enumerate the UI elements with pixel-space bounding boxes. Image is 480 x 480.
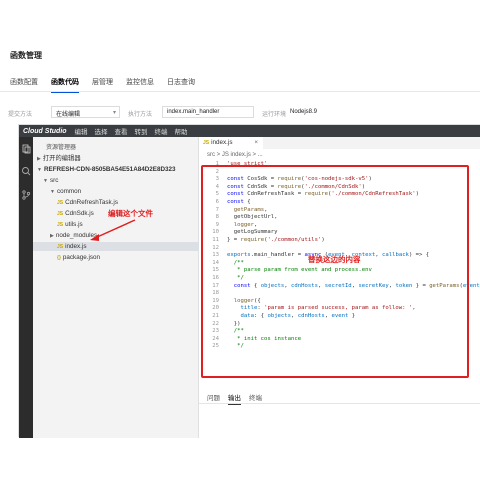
chevron-down-icon: ▾ (112, 110, 116, 116)
ide-menubar: Cloud Studio 编辑 选择 查看 转到 终端 帮助 (19, 125, 480, 137)
chevron-right-icon: ▶ (37, 156, 41, 162)
chevron-down-icon: ▼ (50, 189, 55, 195)
editor-tab-strip: JS index.js × (199, 137, 480, 149)
runtime-label: 运行环境 (262, 112, 287, 118)
menu-view[interactable]: 查看 (115, 126, 128, 136)
chevron-down-icon: ▼ (37, 167, 42, 173)
source-control-icon[interactable] (21, 190, 31, 200)
tree-item-label: CdnRefreshTask.js (65, 199, 118, 206)
exec-method-input[interactable]: index.main_handler (162, 106, 254, 118)
submit-method-value: 在线编辑 (56, 112, 81, 118)
code-settings-row: 提交方法 在线编辑 ▾ 执行方法 index.main_handler 运行环境… (0, 106, 480, 118)
json-file-icon: {} (57, 255, 61, 261)
tree-item-utils[interactable]: JS utils.js (57, 220, 83, 229)
tree-item-common[interactable]: ▼ common (50, 187, 81, 196)
tree-item-label: index.js (65, 243, 87, 250)
project-label: REFRESH-CDN-8505BA54E51A84D2E8D323 (43, 166, 176, 173)
project-root[interactable]: ▼ REFRESH-CDN-8505BA54E51A84D2E8D323 (37, 165, 176, 174)
search-icon[interactable] (21, 166, 31, 176)
open-editors-label: 打开的编辑器 (42, 155, 81, 162)
tree-item-label: common (56, 188, 82, 195)
chevron-down-icon: ▼ (43, 178, 48, 184)
annotation-replace-content: 替换这边的内容 (308, 255, 361, 264)
editor-tab-index-js[interactable]: JS index.js × (199, 137, 263, 149)
annotation-arrow (90, 219, 136, 241)
tree-item-cdnsdk[interactable]: JS CdnSdk.js (57, 209, 94, 218)
menu-select[interactable]: 选择 (95, 126, 108, 136)
close-icon[interactable]: × (254, 139, 258, 146)
cloud-studio-logo: Cloud Studio (23, 127, 67, 135)
js-file-icon: JS (57, 222, 64, 228)
open-editors-section[interactable]: ▶ 打开的编辑器 (37, 154, 81, 163)
submit-method-select[interactable]: 在线编辑 ▾ (51, 106, 120, 118)
tree-item-label: CdnSdk.js (65, 210, 94, 217)
tree-item-label: package.json (62, 254, 101, 261)
editor-tab-label: index.js (211, 139, 233, 146)
tabs-divider (0, 91, 480, 92)
explorer-title: 资源管理器 (46, 145, 77, 151)
submit-method-label: 提交方法 (8, 112, 33, 118)
menu-goto[interactable]: 转到 (135, 126, 148, 136)
files-icon[interactable] (21, 144, 31, 154)
panel-divider (199, 403, 480, 404)
tree-item-index[interactable]: JS index.js (33, 242, 199, 251)
tree-item-label: src (49, 177, 59, 184)
js-file-icon: JS (57, 200, 64, 206)
tree-item-label: utils.js (65, 221, 83, 228)
chevron-right-icon: ▶ (50, 233, 54, 239)
tree-item-cdnrefreshtask[interactable]: JS CdnRefreshTask.js (57, 198, 118, 207)
menu-edit[interactable]: 编辑 (75, 126, 88, 136)
runtime-value: Nodejs8.9 (290, 109, 318, 115)
highlight-box (201, 165, 469, 378)
tree-item-src[interactable]: ▼ src (43, 176, 58, 185)
page-title: 函数管理 (10, 51, 42, 60)
js-file-icon: JS (57, 211, 64, 217)
js-file-icon: JS (57, 244, 64, 250)
js-file-icon: JS (203, 140, 210, 146)
explorer-sidebar: 资源管理器 ▶ 打开的编辑器 ▼ REFRESH-CDN-8505BA54E51A8… (33, 137, 199, 438)
exec-method-label: 执行方法 (128, 112, 153, 118)
tree-item-package-json[interactable]: {} package.json (57, 253, 100, 262)
menu-terminal[interactable]: 终端 (155, 126, 168, 136)
activity-bar (19, 137, 33, 438)
breadcrumb: src > JS index.js > ... (207, 152, 263, 158)
exec-method-value: index.main_handler (167, 109, 220, 115)
menu-help[interactable]: 帮助 (175, 126, 188, 136)
